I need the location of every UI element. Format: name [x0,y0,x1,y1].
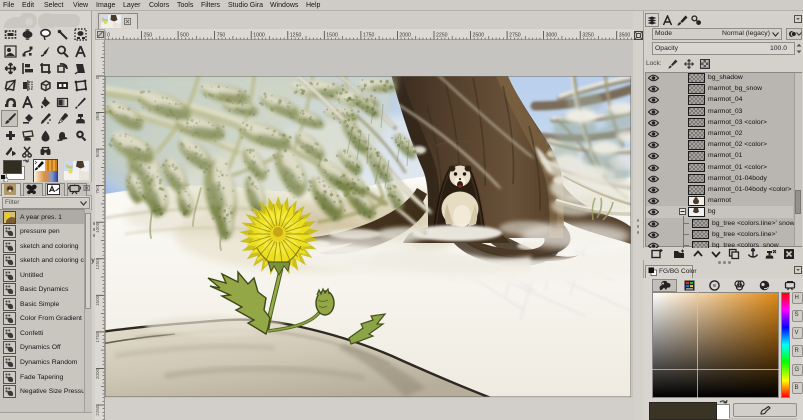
svg-text:2000: 2000 [95,368,100,379]
svg-text:750: 750 [95,186,100,194]
svg-text:1750: 1750 [363,33,375,39]
svg-text:0: 0 [95,76,100,79]
svg-text:1000: 1000 [253,33,265,39]
svg-text:2000: 2000 [399,33,411,39]
svg-text:750: 750 [217,33,226,39]
svg-text:2750: 2750 [509,33,521,39]
svg-text:2500: 2500 [473,33,485,39]
svg-text:1500: 1500 [95,295,100,306]
svg-text:1000: 1000 [95,222,100,233]
svg-text:0: 0 [107,33,110,39]
svg-text:1500: 1500 [326,33,338,39]
svg-text:2250: 2250 [95,405,100,416]
svg-text:1250: 1250 [290,33,302,39]
svg-text:3000: 3000 [546,33,558,39]
svg-text:250: 250 [144,33,153,39]
svg-text:1750: 1750 [95,332,100,343]
svg-text:3250: 3250 [582,33,594,39]
svg-text:500: 500 [95,149,100,157]
svg-text:500: 500 [180,33,189,39]
svg-text:2250: 2250 [436,33,448,39]
svg-text:3500: 3500 [619,33,631,39]
svg-text:250: 250 [95,113,100,121]
svg-text:1250: 1250 [95,259,100,270]
